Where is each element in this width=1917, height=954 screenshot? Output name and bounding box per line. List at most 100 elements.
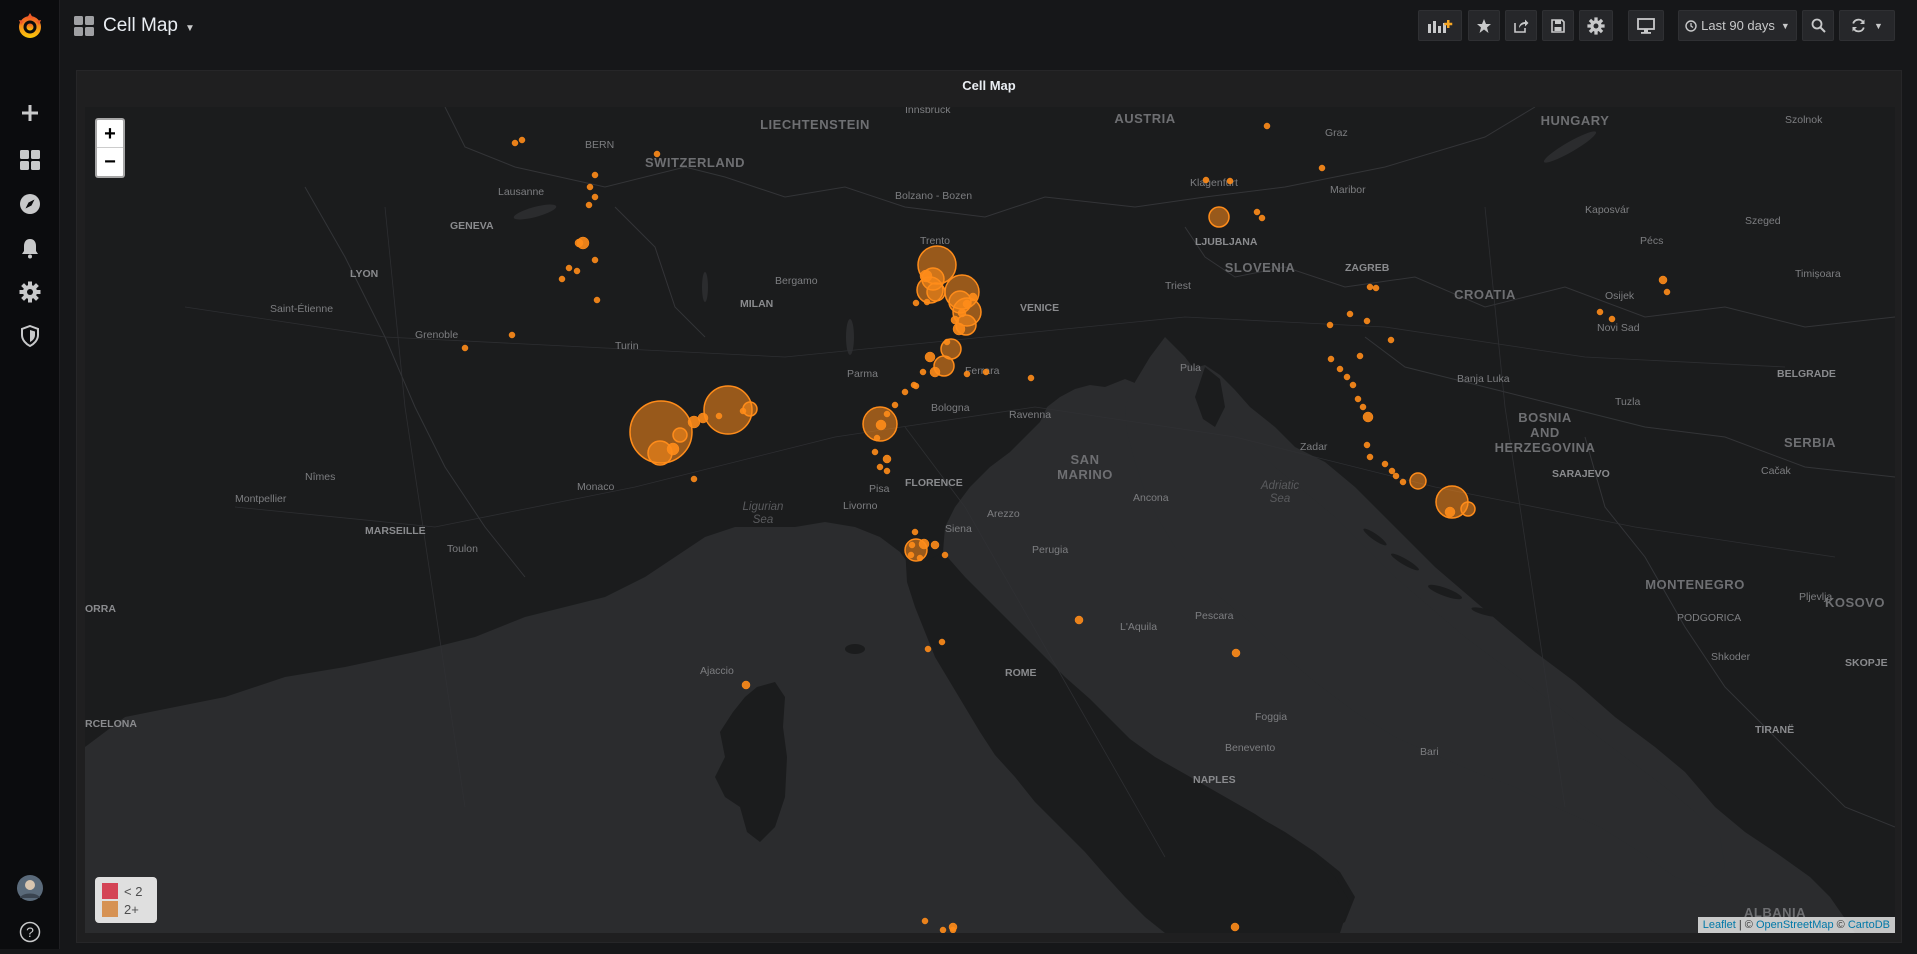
plus-icon[interactable] (0, 91, 60, 135)
cell-marker[interactable] (1381, 460, 1389, 468)
grafana-logo-icon[interactable] (0, 4, 60, 48)
bell-icon[interactable] (0, 226, 60, 270)
cell-marker[interactable] (511, 139, 519, 147)
cell-marker[interactable] (1327, 355, 1335, 363)
zoom-in-button[interactable]: + (97, 120, 123, 148)
cell-marker[interactable] (1202, 176, 1210, 184)
cell-marker[interactable] (1349, 381, 1357, 389)
cell-marker[interactable] (1363, 317, 1371, 325)
cell-marker[interactable] (1208, 206, 1230, 228)
cell-marker[interactable] (690, 475, 698, 483)
cell-marker[interactable] (923, 298, 931, 306)
cell-marker[interactable] (882, 454, 892, 464)
settings-button[interactable] (1579, 10, 1613, 41)
cell-marker[interactable] (1387, 336, 1395, 344)
cell-marker[interactable] (1409, 472, 1427, 490)
cell-marker[interactable] (1658, 275, 1668, 285)
help-icon[interactable]: ? (0, 910, 60, 954)
cell-marker[interactable] (1258, 214, 1266, 222)
cell-marker[interactable] (908, 541, 916, 549)
cell-marker[interactable] (1226, 177, 1234, 185)
cell-marker[interactable] (916, 554, 924, 562)
openstreetmap-link[interactable]: OpenStreetMap (1756, 919, 1834, 931)
cell-marker[interactable] (558, 275, 566, 283)
cell-marker[interactable] (1027, 374, 1035, 382)
cell-marker[interactable] (1460, 501, 1476, 517)
cell-marker[interactable] (910, 381, 918, 389)
cell-marker[interactable] (591, 256, 599, 264)
cell-marker[interactable] (924, 645, 932, 653)
view-mode-button[interactable] (1628, 10, 1664, 41)
cell-marker[interactable] (585, 201, 593, 209)
gear-icon[interactable] (0, 270, 60, 314)
cell-marker[interactable] (1230, 922, 1240, 932)
cell-marker[interactable] (924, 351, 936, 363)
cell-marker[interactable] (508, 331, 516, 339)
cell-marker[interactable] (862, 406, 898, 442)
user-avatar[interactable] (0, 866, 60, 910)
cell-marker[interactable] (1444, 506, 1456, 518)
cell-marker[interactable] (1356, 352, 1364, 360)
cell-marker[interactable] (891, 401, 899, 409)
cell-marker[interactable] (901, 388, 909, 396)
cell-marker[interactable] (1363, 441, 1371, 449)
cell-marker[interactable] (1596, 308, 1604, 316)
cell-marker[interactable] (591, 193, 599, 201)
cell-marker[interactable] (565, 264, 573, 272)
panel-title[interactable]: Cell Map (77, 71, 1901, 107)
time-range-picker[interactable]: Last 90 days ▼ (1678, 10, 1797, 41)
cell-marker[interactable] (461, 344, 469, 352)
dashboards-icon[interactable] (0, 138, 60, 182)
cell-marker[interactable] (939, 926, 947, 933)
cell-marker[interactable] (963, 370, 971, 378)
cell-marker[interactable] (1366, 283, 1374, 291)
cell-marker[interactable] (938, 638, 946, 646)
cell-marker[interactable] (982, 368, 990, 376)
cell-marker[interactable] (919, 368, 927, 376)
cell-marker[interactable] (916, 276, 944, 304)
cartodb-link[interactable]: CartoDB (1848, 919, 1890, 931)
shield-icon[interactable] (0, 314, 60, 358)
cell-marker[interactable] (918, 538, 930, 550)
cell-marker[interactable] (593, 296, 601, 304)
cell-marker[interactable] (1263, 122, 1271, 130)
cell-marker[interactable] (653, 150, 661, 158)
cell-marker[interactable] (1354, 395, 1362, 403)
add-panel-button[interactable] (1418, 10, 1462, 41)
cell-marker[interactable] (1366, 453, 1374, 461)
cell-marker[interactable] (948, 922, 958, 932)
save-button[interactable] (1542, 10, 1574, 41)
cell-marker[interactable] (930, 540, 940, 550)
refresh-button[interactable]: ▼ (1839, 10, 1895, 41)
zoom-out-button[interactable]: − (97, 148, 123, 176)
cell-marker[interactable] (871, 448, 879, 456)
cell-marker[interactable] (955, 314, 977, 336)
cell-marker[interactable] (518, 136, 526, 144)
leaflet-link[interactable]: Leaflet (1703, 919, 1736, 931)
cell-marker[interactable] (742, 401, 758, 417)
cell-marker[interactable] (911, 528, 919, 536)
cell-marker[interactable] (1392, 472, 1400, 480)
share-button[interactable] (1505, 10, 1537, 41)
cell-marker[interactable] (907, 551, 915, 559)
cell-marker[interactable] (1346, 310, 1354, 318)
cell-marker[interactable] (1326, 321, 1334, 329)
cell-marker[interactable] (883, 467, 891, 475)
dashboard-picker[interactable]: Cell Map ▼ (74, 14, 195, 38)
cell-marker[interactable] (573, 267, 581, 275)
cell-marker[interactable] (921, 917, 929, 925)
cell-marker[interactable] (1074, 615, 1084, 625)
cell-marker[interactable] (1318, 164, 1326, 172)
cell-marker[interactable] (672, 427, 688, 443)
cell-marker[interactable] (1663, 288, 1671, 296)
cell-marker[interactable] (574, 238, 584, 248)
map-view[interactable]: LIECHTENSTEIN AUSTRIA HUNGARY SWITZERLAN… (85, 107, 1895, 933)
cell-marker[interactable] (1399, 478, 1407, 486)
cell-marker[interactable] (1372, 284, 1380, 292)
cell-marker[interactable] (912, 299, 920, 307)
cell-marker[interactable] (1336, 365, 1344, 373)
star-button[interactable] (1468, 10, 1500, 41)
cell-marker[interactable] (741, 680, 751, 690)
cell-marker[interactable] (591, 171, 599, 179)
cell-marker[interactable] (1608, 315, 1616, 323)
